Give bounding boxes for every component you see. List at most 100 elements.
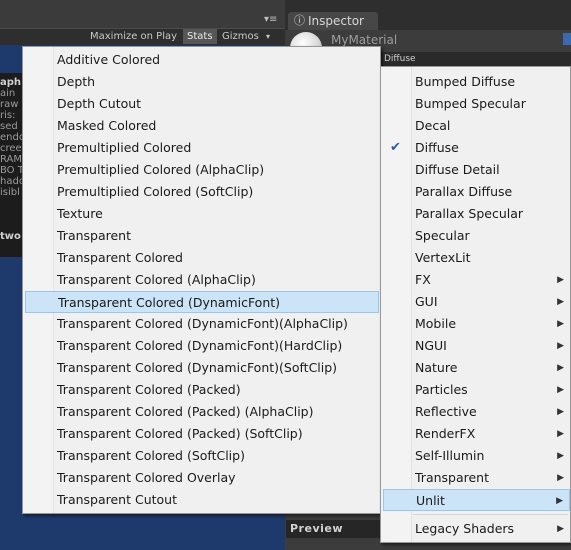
menu-item-label: Unlit bbox=[416, 493, 445, 508]
menu-item-label: Parallax Specular bbox=[415, 206, 524, 221]
submenu-arrow-icon: ▶ bbox=[557, 297, 564, 307]
menu-item-label: Texture bbox=[57, 206, 103, 221]
tab-label: Inspector bbox=[308, 14, 364, 28]
menu-item-label: Transparent Colored bbox=[57, 250, 183, 265]
menu-item-label: NGUI bbox=[415, 338, 447, 353]
menu-item-label: Transparent Colored (DynamicFont) bbox=[58, 295, 281, 310]
menu-item[interactable]: Self-Illumin ▶ bbox=[383, 445, 570, 467]
menu-item[interactable]: Specular bbox=[383, 225, 570, 247]
menu-item-label: Transparent bbox=[57, 228, 132, 243]
menu-item[interactable]: ✔ Diffuse bbox=[383, 137, 570, 159]
stat-line: two bbox=[0, 231, 21, 242]
menu-item-label: Depth bbox=[57, 74, 96, 89]
panel-menu-icon[interactable]: ▾≡ bbox=[264, 14, 277, 25]
preview-header[interactable]: Preview bbox=[286, 520, 380, 538]
stat-line: cree bbox=[0, 143, 22, 154]
menu-item[interactable]: Transparent Colored (DynamicFont) bbox=[25, 291, 379, 313]
checkmark-icon: ✔ bbox=[390, 140, 401, 155]
menu-item[interactable]: Depth Cutout bbox=[25, 93, 379, 115]
menu-item-label: Premultiplied Colored (SoftClip) bbox=[57, 184, 254, 199]
menu-item[interactable]: Transparent Colored (DynamicFont)(AlphaC… bbox=[25, 313, 379, 335]
submenu-arrow-icon: ▶ bbox=[557, 385, 564, 395]
tab-inspector[interactable]: ⓘ Inspector bbox=[288, 12, 378, 30]
stat-line: sed bbox=[0, 121, 18, 132]
menu-item[interactable]: VertexLit bbox=[383, 247, 570, 269]
inspector-options-icon[interactable] bbox=[563, 33, 571, 45]
menu-item-label: Self-Illumin bbox=[415, 448, 485, 463]
submenu-arrow-icon: ▶ bbox=[557, 275, 564, 285]
stat-line: isibl bbox=[0, 187, 20, 198]
unlit-shader-submenu: Additive Colored Depth Depth Cutout Masked … bbox=[22, 46, 381, 514]
menu-item-label: Transparent Colored (Packed) (AlphaClip) bbox=[57, 404, 314, 419]
shader-dropdown[interactable]: Diffuse bbox=[380, 52, 571, 66]
menu-item[interactable]: Parallax Diffuse bbox=[383, 181, 570, 203]
menu-item[interactable]: Transparent bbox=[25, 225, 379, 247]
menu-item[interactable]: Transparent Colored (AlphaClip) bbox=[25, 269, 379, 291]
menu-item[interactable]: Transparent Colored (DynamicFont)(HardCl… bbox=[25, 335, 379, 357]
menu-item[interactable]: Transparent Cutout bbox=[25, 489, 379, 511]
menu-item[interactable]: Masked Colored bbox=[25, 115, 379, 137]
material-name: MyMaterial bbox=[331, 33, 398, 47]
menu-item-label: Parallax Diffuse bbox=[415, 184, 513, 199]
menu-item[interactable]: Transparent Colored (Packed) bbox=[25, 379, 379, 401]
menu-item[interactable]: Transparent Colored Overlay bbox=[25, 467, 379, 489]
menu-item[interactable]: Transparent Colored (DynamicFont)(SoftCl… bbox=[25, 357, 379, 379]
menu-item[interactable]: GUI ▶ bbox=[383, 291, 570, 313]
menu-item-label: Mobile bbox=[415, 316, 457, 331]
menu-item-label: Diffuse bbox=[415, 140, 459, 155]
menu-item[interactable]: Transparent Colored (Packed) (AlphaClip) bbox=[25, 401, 379, 423]
menu-item-label: Transparent Colored (DynamicFont)(HardCl… bbox=[57, 338, 343, 353]
menu-item[interactable]: Parallax Specular bbox=[383, 203, 570, 225]
menu-item-label: Transparent Cutout bbox=[57, 492, 178, 507]
menu-item-label: GUI bbox=[415, 294, 438, 309]
submenu-arrow-icon: ▶ bbox=[557, 363, 564, 373]
menu-item-label: Diffuse Detail bbox=[415, 162, 500, 177]
shader-menu: Bumped Diffuse Bumped Specular Decal ✔ Diffu… bbox=[380, 66, 571, 543]
menu-item[interactable]: Mobile ▶ bbox=[383, 313, 570, 335]
menu-item[interactable]: Transparent Colored (SoftClip) bbox=[25, 445, 379, 467]
menu-item[interactable]: Transparent ▶ bbox=[383, 467, 570, 489]
menu-item[interactable]: Depth bbox=[25, 71, 379, 93]
menu-item[interactable]: Premultiplied Colored (SoftClip) bbox=[25, 181, 379, 203]
menu-item[interactable]: Additive Colored bbox=[25, 49, 379, 71]
stat-line: BO T bbox=[0, 165, 24, 176]
stat-line: ain bbox=[0, 88, 16, 99]
menu-item-label: Nature bbox=[415, 360, 458, 375]
menu-item-label: Transparent Colored (AlphaClip) bbox=[57, 272, 256, 287]
menu-item[interactable]: Nature ▶ bbox=[383, 357, 570, 379]
menu-item[interactable]: Transparent Colored (Packed) (SoftClip) bbox=[25, 423, 379, 445]
menu-item[interactable]: Premultiplied Colored (AlphaClip) bbox=[25, 159, 379, 181]
menu-item-label: Legacy Shaders bbox=[415, 521, 515, 536]
menu-item-label: Transparent Colored (SoftClip) bbox=[57, 448, 245, 463]
menu-item[interactable]: FX ▶ bbox=[383, 269, 570, 291]
menu-item[interactable]: Unlit ▶ bbox=[383, 489, 570, 511]
stat-line: ris: bbox=[0, 110, 16, 121]
menu-item[interactable]: Bumped Diffuse bbox=[383, 71, 570, 93]
stats-button[interactable]: Stats bbox=[183, 29, 217, 44]
info-icon: ⓘ bbox=[294, 14, 305, 27]
menu-item-label: Transparent Colored (Packed) (SoftClip) bbox=[57, 426, 303, 441]
menu-item[interactable]: NGUI ▶ bbox=[383, 335, 570, 357]
chevron-down-icon: ▾ bbox=[266, 32, 271, 41]
submenu-arrow-icon: ▶ bbox=[557, 319, 564, 329]
menu-item[interactable]: Texture bbox=[25, 203, 379, 225]
menu-item[interactable]: Transparent Colored bbox=[25, 247, 379, 269]
maximize-on-play-button[interactable]: Maximize on Play bbox=[86, 29, 182, 44]
menu-item[interactable]: Legacy Shaders ▶ bbox=[383, 518, 570, 540]
gizmos-button[interactable]: Gizmos ▾ bbox=[218, 29, 276, 44]
menu-item-label: Transparent Colored (DynamicFont)(AlphaC… bbox=[57, 316, 348, 331]
stat-line: aph bbox=[0, 77, 22, 88]
menu-item-label: Transparent Colored Overlay bbox=[57, 470, 236, 485]
menu-item-label: Masked Colored bbox=[57, 118, 157, 133]
menu-item[interactable]: RenderFX ▶ bbox=[383, 423, 570, 445]
menu-item[interactable]: Bumped Specular bbox=[383, 93, 570, 115]
menu-item-label: Bumped Diffuse bbox=[415, 74, 516, 89]
menu-item[interactable]: Particles ▶ bbox=[383, 379, 570, 401]
stat-line: raw bbox=[0, 99, 19, 110]
menu-item[interactable]: Reflective ▶ bbox=[383, 401, 570, 423]
menu-item-label: Depth Cutout bbox=[57, 96, 142, 111]
menu-item[interactable]: Decal bbox=[383, 115, 570, 137]
menu-item[interactable]: Diffuse Detail bbox=[383, 159, 570, 181]
menu-item[interactable]: Premultiplied Colored bbox=[25, 137, 379, 159]
submenu-arrow-icon: ▶ bbox=[556, 496, 563, 506]
